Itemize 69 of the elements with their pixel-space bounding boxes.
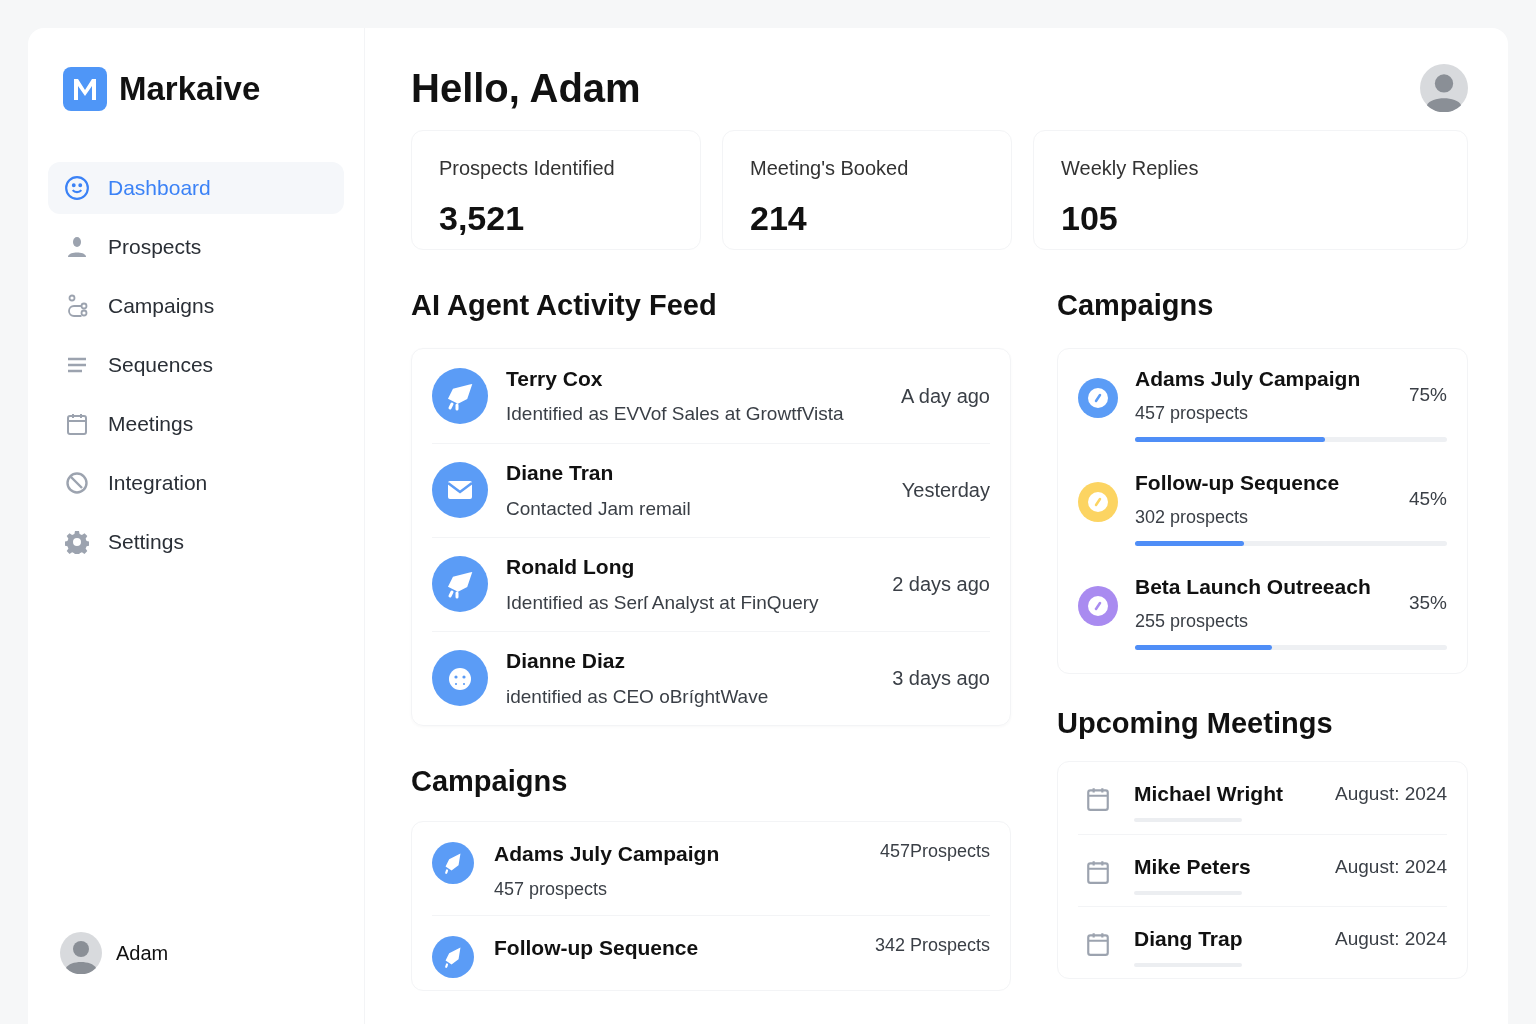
brand-name: Markaive [119,69,261,109]
prospect-count: 302 prospects [1135,506,1250,529]
activity-time: 3 days ago [892,666,990,691]
person-name: Terry Cox [506,365,604,392]
sidebar-item[interactable]: Meetings [48,397,344,450]
prospect-total: 457Prospects [879,840,990,863]
sidebar-item[interactable]: Campaigns [48,279,344,332]
person-name: Mike Peters [1134,854,1252,880]
stat-value: 214 [750,198,808,239]
rocket-icon [432,556,488,612]
section-title: Campaigns [1057,288,1215,323]
rocket-icon [432,935,474,978]
sidebar-item[interactable]: Settings [48,515,344,568]
smiley-icon [64,174,90,201]
circle-slash-icon [65,470,89,495]
calendar-icon [1086,931,1110,957]
meeting-date: August: 2024 [1335,855,1447,879]
percent-label: 35% [1408,590,1447,615]
user-name: Adam [116,941,169,966]
nodes-icon [65,293,89,318]
activity-time: Yesterday [901,478,990,503]
campaign-name: Adams July Campaign [494,841,721,867]
person-name: Ronald Long [506,554,636,580]
campaign-name: Beta Launch Outreeach [1135,573,1371,600]
stat-value: 105 [1061,198,1119,239]
sidebar-item[interactable]: Sequences [48,338,344,391]
face-icon [432,650,488,706]
stat-value: 3,521 [439,198,526,239]
person-icon [66,234,88,259]
activity-detail: Contacted Jam remail [506,496,692,521]
person-name: Dianne Diaz [506,648,627,674]
percent-label: 75% [1408,382,1447,407]
percent-label: 45% [1408,486,1447,511]
activity-time: 2 days ago [892,572,990,597]
stat-label: Weekly Replies [1061,156,1200,181]
activity-time: A day ago [901,383,990,409]
person-name: Diane Tran [506,460,615,486]
stat-label: Prospects Identified [439,156,616,181]
campaign-name: Follow-up Sequence [1135,469,1340,496]
meeting-date: August: 2024 [1335,782,1447,806]
section-title: Upcoming Meetings [1057,705,1334,741]
person-name: Diang Trap [1134,926,1244,952]
calendar-icon [1086,786,1110,812]
section-title: Campaigns [411,763,569,799]
activity-detail: Identified as Serſ Analyst at FinQuery [506,590,820,615]
activity-detail: Identified as EVVof Sales at GrowtfVista [506,402,845,426]
campaign-name: Follow-up Sequence [494,934,700,961]
calendar-icon [1086,859,1110,885]
mail-icon [432,462,488,518]
section-title: AI Agent Activity Feed [411,288,718,323]
prospect-total: 342 Prospects [874,933,990,957]
settings-icon [65,529,89,554]
greeting-heading: Hello, Adam [411,65,641,112]
person-name: Michael Wright [1134,781,1284,807]
sidebar-item[interactable]: Integration [48,456,344,509]
avatar-icon[interactable] [60,932,102,974]
sidebar-item[interactable]: Prospects [48,220,344,273]
activity-detail: identified as CEO oBríghtWave [506,684,770,709]
logo-icon [63,66,107,111]
campaign-name: Adams July Campaign [1135,365,1361,392]
stat-label: Meeting's Booked [750,156,910,181]
calendar-icon [66,411,88,436]
rocket-icon [432,367,488,424]
avatar-icon[interactable] [1420,64,1468,112]
prospect-count: 255 prospects [1135,610,1250,633]
meeting-date: August: 2024 [1335,927,1447,951]
prospect-count: 457 prospects [1135,402,1250,425]
prospect-count: 457 prospects [494,877,609,901]
rocket-icon [432,842,474,884]
